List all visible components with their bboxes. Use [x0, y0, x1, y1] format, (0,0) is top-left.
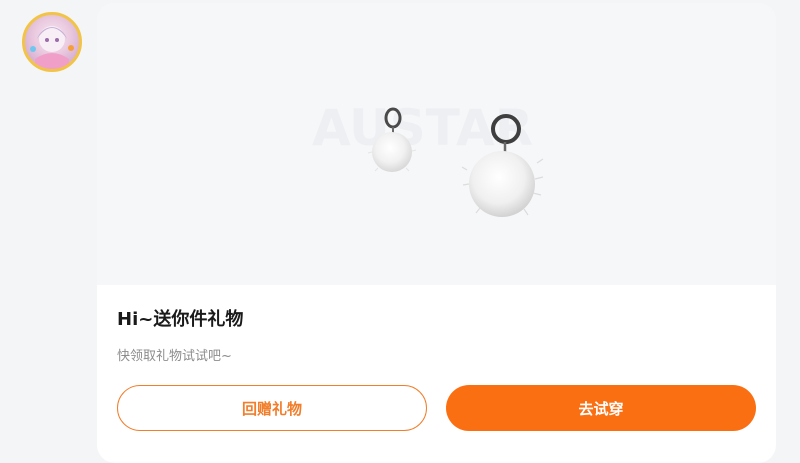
gift-card: AUSTAR Hi~送你件礼物 快领取礼物试试吧~ 回赠礼物 去试穿: [97, 3, 776, 463]
product-image: AUSTAR: [97, 3, 776, 285]
try-on-button[interactable]: 去试穿: [446, 385, 756, 431]
gift-subtitle: 快领取礼物试试吧~: [117, 349, 232, 364]
avatar-portrait-icon: [30, 26, 74, 69]
gift-title: Hi~送你件礼物: [117, 309, 244, 330]
pompom-earrings-icon: AUSTAR: [312, 99, 544, 217]
brand-watermark: AUSTAR: [312, 99, 533, 157]
user-avatar[interactable]: [22, 12, 82, 72]
return-gift-button[interactable]: 回赠礼物: [117, 385, 427, 431]
